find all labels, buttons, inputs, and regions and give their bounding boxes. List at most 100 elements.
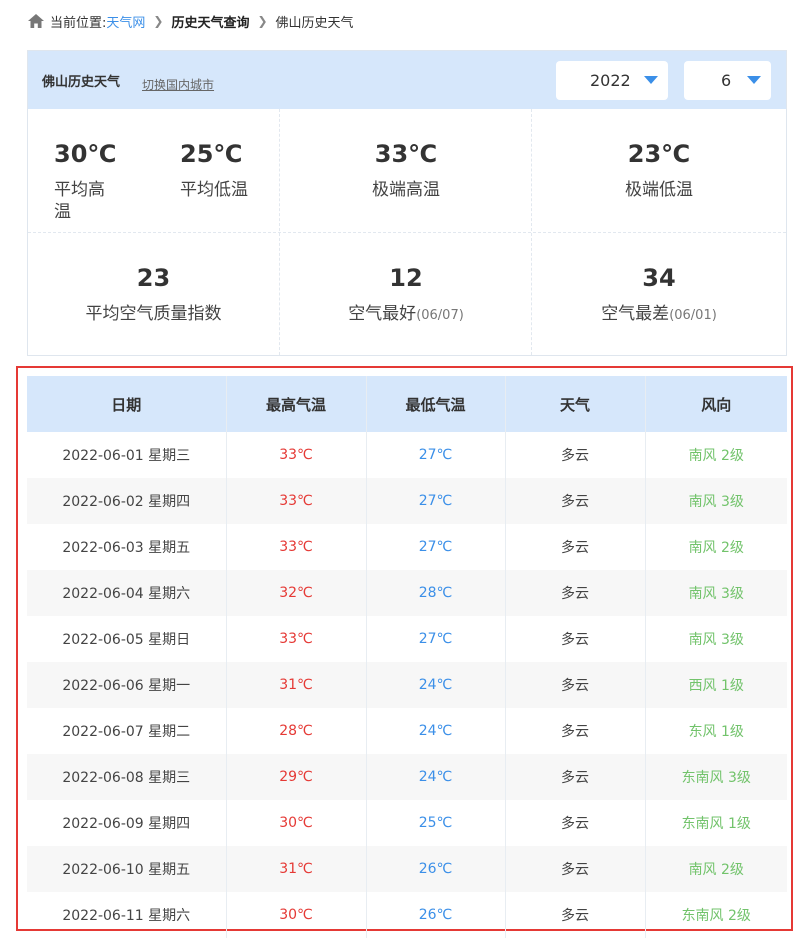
- stat-value: 23: [136, 264, 171, 292]
- cell-date: 2022-06-02 星期四: [27, 478, 227, 524]
- stat-label: 平均空气质量指数: [85, 304, 222, 324]
- cell-low-temp: 24℃: [366, 754, 506, 800]
- column-header-high: 最高气温: [226, 376, 367, 432]
- table-row: 2022-06-03 星期五 33℃ 27℃ 多云 南风 2级: [27, 524, 787, 570]
- cell-wind: 东风 1级: [688, 724, 744, 740]
- cell-wind: 南风 2级: [688, 448, 744, 464]
- cell-high-temp: 30℃: [226, 800, 367, 846]
- stat-label-text: 空气最好: [348, 304, 417, 324]
- cell-low-temp: 27℃: [366, 616, 506, 662]
- cell-low-temp: 26℃: [366, 892, 506, 938]
- cell-weather: 多云: [505, 708, 646, 754]
- cell-wind: 南风 3级: [688, 632, 744, 648]
- cell-wind: 南风 2级: [688, 540, 744, 556]
- cell-date: 2022-06-07 星期二: [27, 708, 227, 754]
- cell-weather: 多云: [505, 616, 646, 662]
- cell-high-temp: 33℃: [226, 524, 367, 570]
- cell-date: 2022-06-05 星期日: [27, 616, 227, 662]
- dropdown-arrow-icon: [747, 76, 761, 84]
- cell-low-temp: 27℃: [366, 478, 506, 524]
- cell-low-temp: 27℃: [366, 432, 506, 478]
- stat-date: (06/07): [416, 308, 464, 323]
- switch-city-link[interactable]: 切换国内城市: [142, 76, 214, 93]
- cell-high-temp: 30℃: [226, 892, 367, 938]
- cell-wind: 南风 2级: [645, 846, 787, 892]
- chevron-right-icon: ❯: [153, 14, 164, 28]
- cell-weather: 多云: [505, 524, 646, 570]
- stats-grid: 30℃ 平均高温 25℃ 平均低温 33℃ 极端高温 23℃ 极端低温 23 平…: [28, 109, 786, 355]
- stat-label: 平均低温: [180, 180, 248, 200]
- stat-aqi-worst: 34 空气最差(06/01): [532, 263, 786, 327]
- cell-weather: 多云: [505, 662, 646, 708]
- breadcrumb-section-link[interactable]: 历史天气查询: [171, 12, 249, 31]
- stat-date: (06/01): [669, 308, 717, 323]
- stat-value: 33℃: [374, 140, 438, 168]
- table-header-row: 日期 最高气温 最低气温 天气 风向: [27, 376, 787, 432]
- cell-weather: 多云: [505, 478, 646, 524]
- cell-high-temp: 28℃: [226, 708, 367, 754]
- cell-wind: 东南风 1级: [681, 816, 751, 832]
- cell-weather: 多云: [505, 846, 646, 892]
- table-row: 2022-06-09 星期四 30℃ 25℃ 多云 东南风 1级: [27, 800, 787, 846]
- cell-weather: 多云: [505, 892, 646, 938]
- table-row: 2022-06-01 星期三 33℃ 27℃ 多云 南风 2级: [27, 432, 787, 478]
- stat-aqi-average: 23 平均空气质量指数: [28, 263, 279, 325]
- stat-avg-high: 30℃ 平均高温: [54, 139, 116, 223]
- cell-high-temp: 31℃: [226, 846, 367, 892]
- stat-value: 34: [642, 264, 676, 292]
- column-header-low: 最低气温: [366, 376, 506, 432]
- column-header-date: 日期: [27, 376, 227, 432]
- cell-date: 2022-06-10 星期五: [27, 846, 227, 892]
- stat-label: 平均高温: [54, 180, 105, 222]
- stat-aqi-best: 12 空气最好(06/07): [280, 263, 532, 327]
- year-select[interactable]: 2022: [556, 61, 668, 100]
- cell-date: 2022-06-11 星期六: [27, 892, 227, 938]
- cell-date: 2022-06-04 星期六: [27, 570, 227, 616]
- stat-label: 极端高温: [372, 180, 440, 200]
- cell-wind: 东南风 3级: [645, 754, 787, 800]
- table-row: 2022-06-08 星期三 29℃ 24℃ 多云 东南风 3级: [27, 754, 787, 800]
- cell-high-temp: 33℃: [226, 616, 367, 662]
- cell-high-temp: 32℃: [226, 570, 367, 616]
- cell-low-temp: 25℃: [366, 800, 506, 846]
- cell-high-temp: 33℃: [226, 432, 367, 478]
- chevron-right-icon: ❯: [257, 14, 268, 28]
- breadcrumb-site-link[interactable]: 天气网: [106, 12, 145, 31]
- month-select[interactable]: 6: [684, 61, 771, 100]
- stat-label: 空气最差(06/01): [532, 303, 786, 327]
- cell-weather: 多云: [505, 432, 646, 478]
- stat-label-text: 空气最差: [601, 304, 670, 324]
- cell-low-temp: 24℃: [366, 708, 506, 754]
- table-row: 2022-06-11 星期六 30℃ 26℃ 多云 东南风 2级: [27, 892, 787, 938]
- breadcrumb: 当前位置: 天气网 ❯ 历史天气查询 ❯ 佛山历史天气: [28, 10, 354, 32]
- table-row: 2022-06-10 星期五 31℃ 26℃ 多云 南风 2级: [27, 846, 787, 892]
- stat-extreme-high: 33℃ 极端高温: [280, 139, 532, 201]
- cell-high-temp: 31℃: [226, 662, 367, 708]
- cell-wind: 西风 1级: [645, 662, 787, 708]
- cell-low-temp: 26℃: [366, 846, 506, 892]
- cell-wind: 南风 3级: [645, 570, 787, 616]
- table-row: 2022-06-04 星期六 32℃ 28℃ 多云 南风 3级: [27, 570, 787, 616]
- cell-high-temp: 29℃: [226, 754, 367, 800]
- cell-low-temp: 28℃: [366, 570, 506, 616]
- column-header-weather: 天气: [505, 376, 646, 432]
- cell-low-temp: 24℃: [366, 662, 506, 708]
- cell-weather: 多云: [505, 800, 646, 846]
- table-row: 2022-06-02 星期四 33℃ 27℃ 多云 南风 3级: [27, 478, 787, 524]
- divider: [28, 232, 786, 233]
- daily-weather-table: 日期 最高气温 最低气温 天气 风向 2022-06-01 星期三 33℃ 27℃ 多…: [27, 376, 787, 938]
- top-border: [0, 0, 803, 2]
- breadcrumb-prefix: 当前位置:: [50, 15, 107, 31]
- cell-weather: 多云: [505, 570, 646, 616]
- column-header-wind: 风向: [645, 376, 787, 432]
- cell-date: 2022-06-06 星期一: [27, 662, 227, 708]
- stat-label: 空气最好(06/07): [280, 303, 532, 327]
- cell-date: 2022-06-08 星期三: [27, 754, 227, 800]
- page-title: 佛山历史天气: [42, 74, 121, 90]
- stat-avg-low: 25℃ 平均低温: [180, 139, 260, 201]
- home-icon: [28, 14, 44, 28]
- dropdown-arrow-icon: [644, 76, 658, 84]
- cell-wind: 南风 3级: [645, 478, 787, 524]
- table-row: 2022-06-05 星期日 33℃ 27℃ 多云 南风 3级: [27, 616, 787, 662]
- stat-value: 25℃: [180, 140, 243, 168]
